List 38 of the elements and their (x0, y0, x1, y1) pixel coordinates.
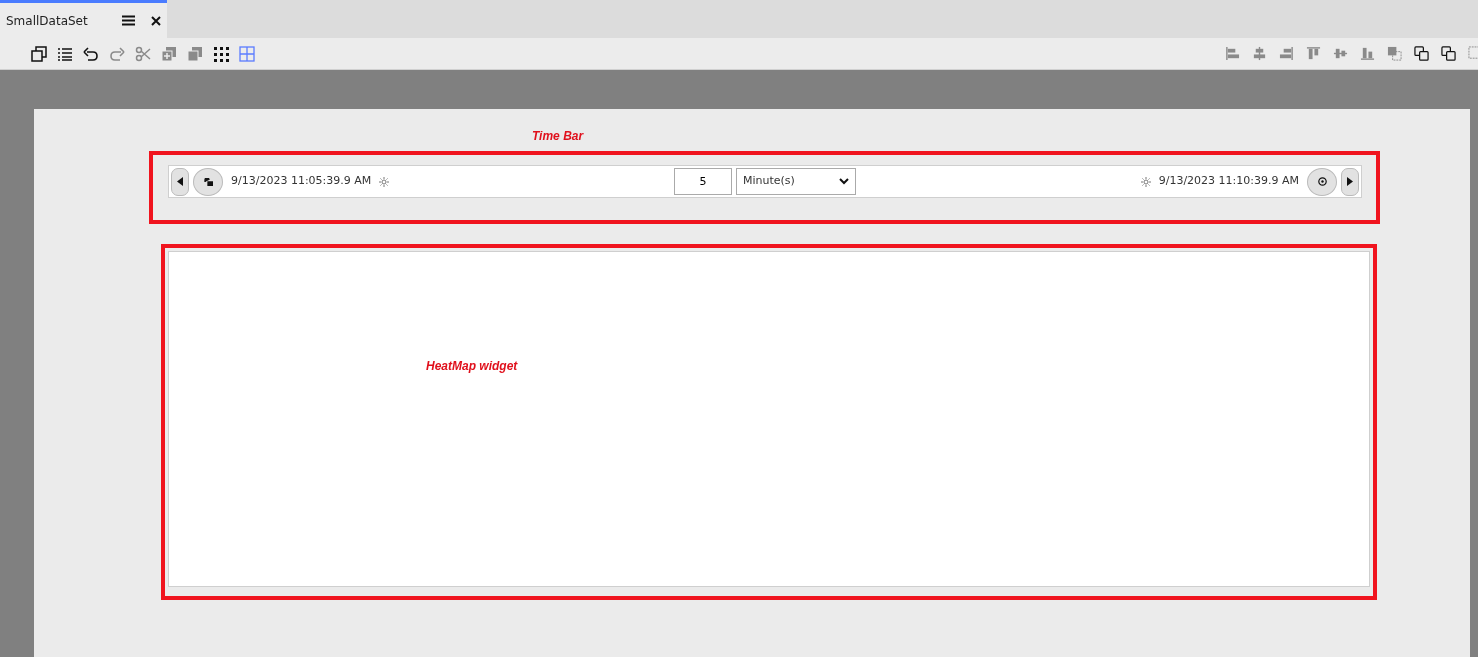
annotation-label: Time Bar (532, 129, 584, 143)
align-right-icon (1278, 46, 1294, 61)
align-center-icon (1251, 46, 1267, 61)
start-time[interactable]: 9/13/2023 11:05:39.9 AM (231, 173, 372, 190)
previous-button[interactable] (171, 167, 189, 196)
bring-front-icon (1413, 46, 1429, 61)
tab-title: SmallDataSet (6, 12, 89, 30)
chevron-down-icon (839, 178, 849, 185)
duplicate-icon (187, 45, 203, 62)
clock-icon (1317, 177, 1327, 186)
now-button[interactable] (1307, 167, 1337, 196)
list-icon (57, 45, 73, 62)
add-copy-icon (161, 45, 177, 62)
menu-icon[interactable] (122, 15, 135, 26)
redo-icon (109, 45, 125, 62)
left-arrow-icon (177, 177, 183, 186)
bring-front-icon (1440, 46, 1456, 61)
lock-button[interactable] (193, 167, 223, 196)
align-left-icon (1224, 46, 1240, 61)
close-icon[interactable] (151, 15, 161, 26)
layout-grid-icon (239, 45, 255, 62)
sun-icon (1140, 176, 1151, 187)
document-tab[interactable]: SmallDataSet (0, 0, 167, 38)
interval-field[interactable]: 5 (674, 168, 732, 195)
align-top-icon (1305, 46, 1321, 61)
end-time[interactable]: 9/13/2023 11:10:39.9 AM (1158, 173, 1299, 190)
right-arrow-icon (1347, 177, 1353, 186)
align-bottom-icon (1359, 46, 1375, 61)
send-back-icon (1386, 46, 1402, 61)
annotation-label: HeatMap widget (426, 359, 518, 373)
copy-icon (31, 45, 47, 62)
dot-grid-icon (213, 45, 229, 62)
unit-dropdown[interactable]: Minute(s) (736, 168, 856, 195)
undo-icon (83, 45, 99, 62)
sun-icon (379, 176, 390, 187)
next-button[interactable] (1341, 167, 1359, 196)
scissors-icon (135, 45, 151, 62)
align-middle-icon (1332, 46, 1348, 61)
